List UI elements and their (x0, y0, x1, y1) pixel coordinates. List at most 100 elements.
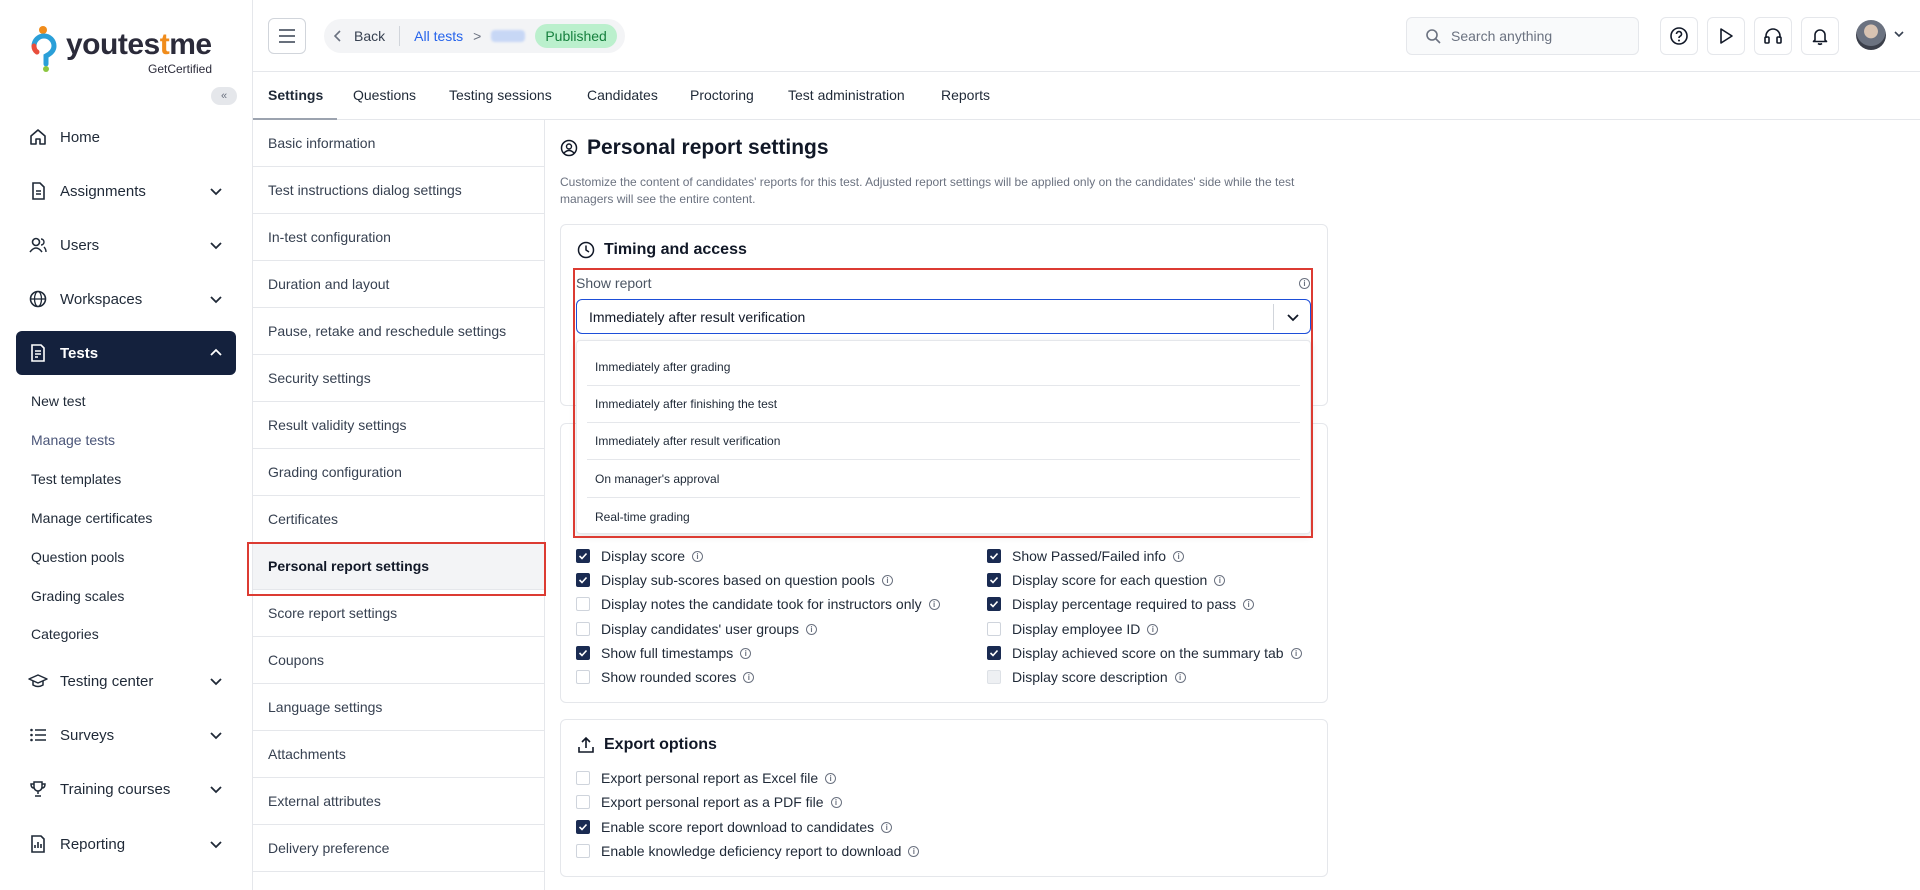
sidebar-item-testing-center[interactable]: Testing center (16, 659, 236, 703)
brand-logo[interactable]: youtestme GetCertified (30, 22, 230, 78)
tab-candidates[interactable]: Candidates (587, 87, 658, 103)
chevron-down-icon[interactable] (1894, 30, 1904, 38)
tab-questions[interactable]: Questions (353, 87, 416, 103)
checkbox-option[interactable]: Display employee ID i (987, 621, 1159, 637)
checkbox-option[interactable]: Display sub-scores based on question poo… (576, 572, 893, 588)
sidebar-subitem-manage-tests[interactable]: Manage tests (31, 432, 115, 448)
checkbox-option[interactable]: Enable knowledge deficiency report to do… (576, 843, 920, 859)
info-icon[interactable]: i (881, 574, 893, 586)
checkbox-option[interactable]: Show rounded scores i (576, 669, 755, 685)
tab-test-administration[interactable]: Test administration (788, 87, 905, 103)
settings-item-basic-information[interactable]: Basic information (253, 120, 544, 167)
checkbox-option[interactable]: Display score for each question i (987, 572, 1226, 588)
checkbox-unchecked[interactable] (576, 622, 590, 636)
sidebar-item-users[interactable]: Users (16, 223, 236, 267)
checkbox-checked[interactable] (576, 820, 590, 834)
sidebar-subitem-grading-scales[interactable]: Grading scales (31, 588, 124, 604)
sidebar-subitem-categories[interactable]: Categories (31, 626, 99, 642)
sidebar-item-workspaces[interactable]: Workspaces (16, 277, 236, 321)
play-button[interactable] (1707, 17, 1745, 55)
sidebar-item-reporting[interactable]: Reporting (16, 822, 236, 866)
settings-item-security[interactable]: Security settings (253, 355, 544, 402)
settings-item-pause-retake[interactable]: Pause, retake and reschedule settings (253, 308, 544, 355)
sidebar-item-surveys[interactable]: Surveys (16, 713, 236, 757)
checkbox-checked[interactable] (987, 646, 1001, 660)
tab-settings[interactable]: Settings (268, 87, 323, 103)
checkbox-checked[interactable] (576, 549, 590, 563)
sidebar-item-tests[interactable]: Tests (16, 331, 236, 375)
checkbox-option[interactable]: Export personal report as a PDF file i (576, 794, 842, 810)
notifications-button[interactable] (1801, 17, 1839, 55)
tab-proctoring[interactable]: Proctoring (690, 87, 754, 103)
sidebar-item-home[interactable]: Home (16, 115, 236, 159)
checkbox-checked[interactable] (987, 597, 1001, 611)
settings-item-result-validity[interactable]: Result validity settings (253, 402, 544, 449)
checkbox-option[interactable]: Enable score report download to candidat… (576, 819, 893, 835)
checkbox-option[interactable]: Display achieved score on the summary ta… (987, 645, 1302, 661)
tab-testing-sessions[interactable]: Testing sessions (449, 87, 552, 103)
sidebar-subitem-new-test[interactable]: New test (31, 393, 85, 409)
support-button[interactable] (1754, 17, 1792, 55)
checkbox-unchecked[interactable] (576, 597, 590, 611)
checkbox-option[interactable]: Export personal report as Excel file i (576, 770, 837, 786)
info-icon[interactable]: i (1173, 550, 1185, 562)
checkbox-checked[interactable] (576, 646, 590, 660)
search-input[interactable]: Search anything (1406, 17, 1639, 55)
info-icon[interactable]: i (825, 772, 837, 784)
checkbox-unchecked[interactable] (576, 771, 590, 785)
info-icon[interactable]: i (881, 821, 893, 833)
checkbox-unchecked[interactable] (576, 844, 590, 858)
checkbox-option[interactable]: Show Passed/Failed info i (987, 548, 1185, 564)
checkbox-option[interactable]: Display score i (576, 548, 704, 564)
collapse-sidebar-button[interactable]: « (211, 87, 237, 105)
settings-item-grading-configuration[interactable]: Grading configuration (253, 449, 544, 496)
info-icon[interactable]: i (928, 598, 940, 610)
settings-item-external-attributes[interactable]: External attributes (253, 778, 544, 825)
avatar[interactable] (1856, 20, 1886, 50)
breadcrumb-all-tests-link[interactable]: All tests (414, 28, 463, 44)
sidebar-item-training-courses[interactable]: Training courses (16, 767, 236, 811)
settings-item-score-report[interactable]: Score report settings (253, 590, 544, 637)
settings-item-language[interactable]: Language settings (253, 684, 544, 731)
info-icon[interactable]: i (743, 671, 755, 683)
checkbox-checked[interactable] (987, 573, 1001, 587)
info-icon[interactable]: i (1174, 671, 1186, 683)
info-icon[interactable]: i (692, 550, 704, 562)
page-title: Personal report settings (560, 136, 829, 160)
checkbox-checked[interactable] (987, 549, 1001, 563)
tab-reports[interactable]: Reports (941, 87, 990, 103)
settings-item-in-test-configuration[interactable]: In-test configuration (253, 214, 544, 261)
settings-item-coupons[interactable]: Coupons (253, 637, 544, 684)
checkbox-unchecked[interactable] (576, 795, 590, 809)
info-icon[interactable]: i (1290, 647, 1302, 659)
sidebar-subitem-test-templates[interactable]: Test templates (31, 471, 121, 487)
info-icon[interactable]: i (1243, 598, 1255, 610)
checkmark-icon (578, 552, 588, 560)
checkbox-option[interactable]: Display score description i (987, 669, 1186, 685)
settings-item-test-instructions[interactable]: Test instructions dialog settings (253, 167, 544, 214)
checkbox-option[interactable]: Display notes the candidate took for ins… (576, 596, 940, 612)
settings-item-duration-layout[interactable]: Duration and layout (253, 261, 544, 308)
settings-item-certificates[interactable]: Certificates (253, 496, 544, 543)
info-icon[interactable]: i (908, 845, 920, 857)
menu-toggle-button[interactable] (268, 18, 306, 54)
sidebar-item-assignments[interactable]: Assignments (16, 169, 236, 213)
checkbox-checked[interactable] (576, 573, 590, 587)
checkbox-option[interactable]: Display candidates' user groups i (576, 621, 818, 637)
info-icon[interactable]: i (740, 647, 752, 659)
checkbox-option[interactable]: Display percentage required to pass i (987, 596, 1255, 612)
info-icon[interactable]: i (830, 796, 842, 808)
sidebar-subitem-manage-certificates[interactable]: Manage certificates (31, 510, 152, 526)
info-icon[interactable]: i (1214, 574, 1226, 586)
help-button[interactable] (1660, 17, 1698, 55)
settings-item-delivery-preference[interactable]: Delivery preference (253, 825, 544, 872)
back-button[interactable]: Back (334, 28, 385, 44)
sidebar-subitem-question-pools[interactable]: Question pools (31, 549, 124, 565)
info-icon[interactable]: i (806, 623, 818, 635)
info-icon[interactable]: i (1147, 623, 1159, 635)
checkbox-option[interactable]: Show full timestamps i (576, 645, 752, 661)
settings-item-attachments[interactable]: Attachments (253, 731, 544, 778)
checkbox-unchecked[interactable] (987, 670, 1001, 684)
checkbox-unchecked[interactable] (576, 670, 590, 684)
checkbox-unchecked[interactable] (987, 622, 1001, 636)
